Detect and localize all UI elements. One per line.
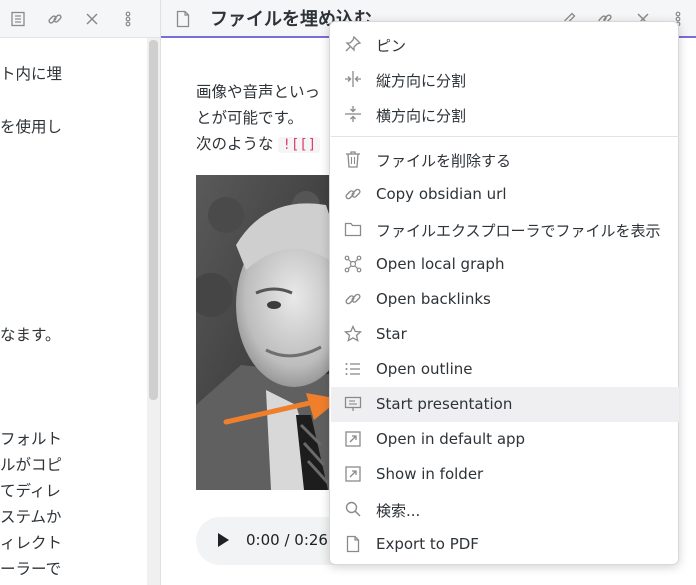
left-pane-header xyxy=(0,0,160,38)
menu-item-label: 検索... xyxy=(376,502,421,520)
left-text-line: ーラーで xyxy=(0,560,62,578)
external-link-icon xyxy=(344,430,362,448)
paragraph-line: 次のような ![[] xyxy=(196,132,321,154)
menu-item-label: Show in folder xyxy=(376,465,484,483)
left-text-line: フォルト xyxy=(0,430,63,448)
menu-item-pin[interactable]: ピン xyxy=(331,27,679,62)
left-text-line: ステムか xyxy=(0,508,62,526)
annotation-arrow xyxy=(223,393,340,425)
more-vertical-icon[interactable] xyxy=(117,8,139,30)
menu-item-label: ファイルを削除する xyxy=(376,152,512,170)
menu-item-label: ピン xyxy=(376,37,407,55)
menu-item-label: Start presentation xyxy=(376,395,513,413)
menu-item-open-backlinks[interactable]: Open backlinks xyxy=(331,282,679,317)
menu-item-open-local-graph[interactable]: Open local graph xyxy=(331,247,679,282)
menu-item-label: Copy obsidian url xyxy=(376,185,507,203)
left-text-line: ルがコピ xyxy=(0,456,63,474)
menu-item-start-presentation[interactable]: Start presentation xyxy=(331,387,679,422)
menu-item-search[interactable]: 検索... xyxy=(331,492,679,527)
menu-item-label: Star xyxy=(376,325,407,343)
menu-item-split-vertical[interactable]: 縦方向に分割 xyxy=(331,62,679,97)
menu-item-star[interactable]: Star xyxy=(331,317,679,352)
search-icon xyxy=(344,500,362,518)
star-icon xyxy=(344,325,362,343)
menu-item-open-outline[interactable]: Open outline xyxy=(331,352,679,387)
menu-item-open-default-app[interactable]: Open in default app xyxy=(331,422,679,457)
menu-item-label: 縦方向に分割 xyxy=(376,72,467,90)
menu-item-delete-file[interactable]: ファイルを削除する xyxy=(331,142,679,177)
external-link-icon xyxy=(344,465,362,483)
left-text-line: ィレクト xyxy=(0,534,63,552)
link-icon xyxy=(344,290,362,308)
menu-separator xyxy=(331,136,679,137)
audio-time: 0:00 / 0:26 xyxy=(246,531,328,549)
menu-item-copy-url[interactable]: Copy obsidian url xyxy=(331,177,679,212)
menu-item-show-in-explorer[interactable]: ファイルエクスプローラでファイルを表示 xyxy=(331,212,679,247)
link-icon[interactable] xyxy=(44,8,66,30)
split-vertical-icon xyxy=(344,70,362,88)
folder-icon xyxy=(344,220,362,238)
list-icon xyxy=(344,360,362,378)
document-lines-icon[interactable] xyxy=(7,8,29,30)
left-text-line: てディレ xyxy=(0,482,61,500)
close-icon[interactable] xyxy=(81,8,103,30)
inline-code: ![[] xyxy=(278,137,321,153)
left-scrollbar-thumb[interactable] xyxy=(149,40,158,400)
graph-icon xyxy=(344,255,362,273)
left-text-line: ト内に埋 xyxy=(0,65,63,83)
menu-item-label: Open outline xyxy=(376,360,473,378)
paragraph-line: 画像や音声といっ xyxy=(196,83,321,101)
pin-icon xyxy=(344,35,362,53)
menu-item-label: Open backlinks xyxy=(376,290,491,308)
menu-item-label: Export to PDF xyxy=(376,535,479,553)
left-text-line: なます。 xyxy=(0,326,61,344)
left-scrollbar[interactable] xyxy=(147,38,160,585)
link-icon xyxy=(344,185,362,203)
menu-item-export-pdf[interactable]: Export to PDF xyxy=(331,527,679,562)
left-pane: ト内に埋 を使用し なます。 フォルト ルがコピ てディレ ステムか ィレクト … xyxy=(0,0,160,585)
play-icon[interactable] xyxy=(218,533,229,547)
left-text-line: を使用し xyxy=(0,118,63,136)
embedded-photo xyxy=(196,175,336,490)
menu-item-label: 横方向に分割 xyxy=(376,107,467,125)
trash-icon xyxy=(344,150,362,168)
menu-item-label: ファイルエクスプローラでファイルを表示 xyxy=(376,222,661,240)
menu-item-split-horizontal[interactable]: 横方向に分割 xyxy=(331,97,679,132)
menu-item-label: Open in default app xyxy=(376,430,526,448)
menu-item-label: Open local graph xyxy=(376,255,505,273)
presentation-icon xyxy=(344,395,362,413)
context-menu: ピン 縦方向に分割 横方向に分割 ファイルを削除する Copy obsidian… xyxy=(329,21,679,565)
file-icon xyxy=(172,8,194,30)
paragraph-text: 次のような xyxy=(196,135,274,153)
split-horizontal-icon xyxy=(344,105,362,123)
document-icon xyxy=(344,535,362,553)
menu-item-show-in-folder[interactable]: Show in folder xyxy=(331,457,679,492)
paragraph-line: とが可能です。 xyxy=(196,109,303,127)
